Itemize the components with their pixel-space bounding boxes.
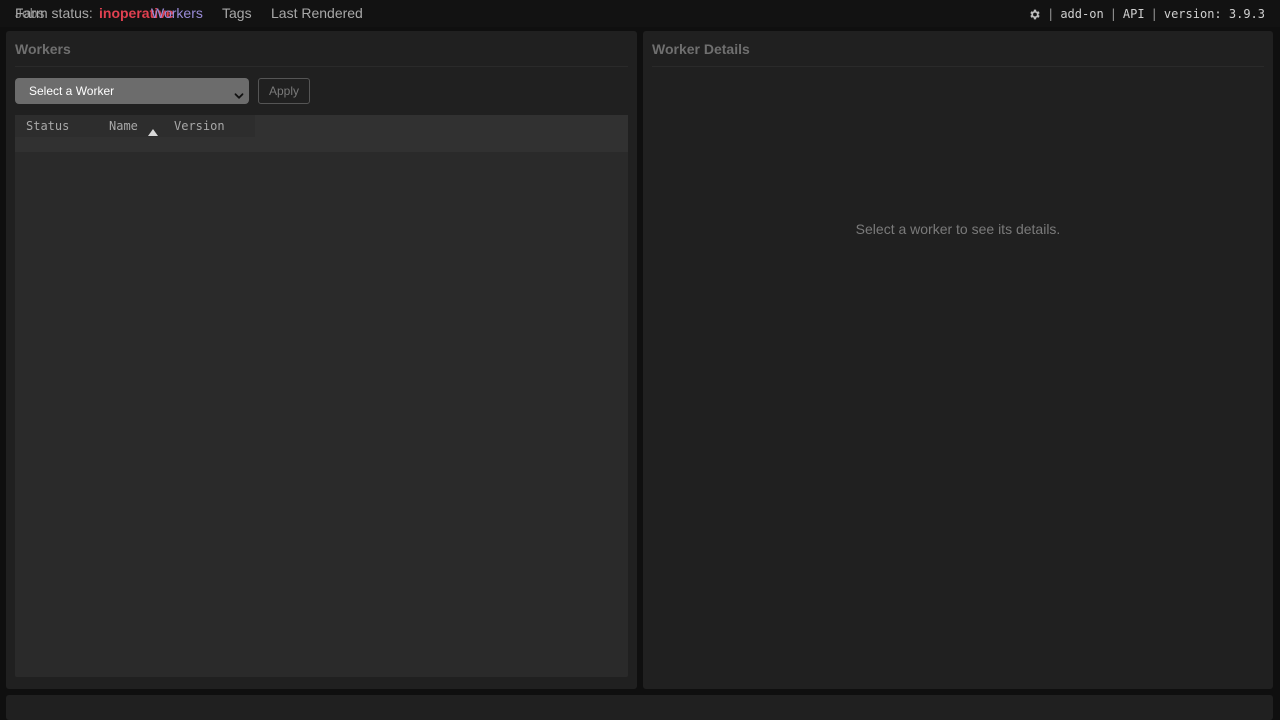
nav-last-rendered[interactable]: Last Rendered (271, 5, 363, 22)
worker-select-value: Select a Worker (29, 84, 115, 98)
details-placeholder: Select a worker to see its details. (855, 221, 1061, 237)
separator: | (1150, 7, 1158, 21)
worker-select[interactable]: Select a Worker (15, 78, 249, 104)
column-header-version[interactable]: Version (174, 119, 225, 133)
bottom-bar (6, 695, 1273, 720)
nav-tags[interactable]: Tags (222, 5, 252, 22)
column-header-name[interactable]: Name (109, 119, 138, 133)
addon-link[interactable]: add-on (1060, 6, 1103, 22)
version-label: version: 3.9.3 (1163, 7, 1265, 21)
topbar-left: Jobs Farm status: inoperative Workers Ta… (15, 5, 375, 23)
column-header-status[interactable]: Status (26, 119, 69, 133)
worker-details-panel: Worker Details Select a worker to see it… (643, 31, 1273, 689)
panel-title: Worker Details (652, 41, 750, 57)
sort-ascending-icon[interactable] (148, 123, 158, 136)
separator: | (1109, 7, 1117, 21)
topbar-right: | add-on | API | version: 3.9.3 (1028, 5, 1265, 23)
api-link[interactable]: API (1123, 6, 1145, 22)
gear-icon[interactable] (1028, 8, 1041, 21)
panel-title: Workers (15, 41, 71, 57)
farm-status-label: Farm status: (15, 5, 93, 21)
chevron-down-icon (233, 85, 245, 99)
apply-button[interactable]: Apply (258, 78, 310, 104)
table-header: Status Name Version (15, 115, 628, 152)
workers-panel: Workers Select a Worker Apply Status Nam… (6, 31, 637, 689)
nav-workers[interactable]: Workers (151, 5, 203, 22)
workers-table: Status Name Version (15, 115, 628, 677)
separator: | (1047, 7, 1055, 21)
top-bar: Jobs Farm status: inoperative Workers Ta… (0, 0, 1280, 27)
divider (15, 66, 628, 67)
divider (652, 66, 1264, 67)
